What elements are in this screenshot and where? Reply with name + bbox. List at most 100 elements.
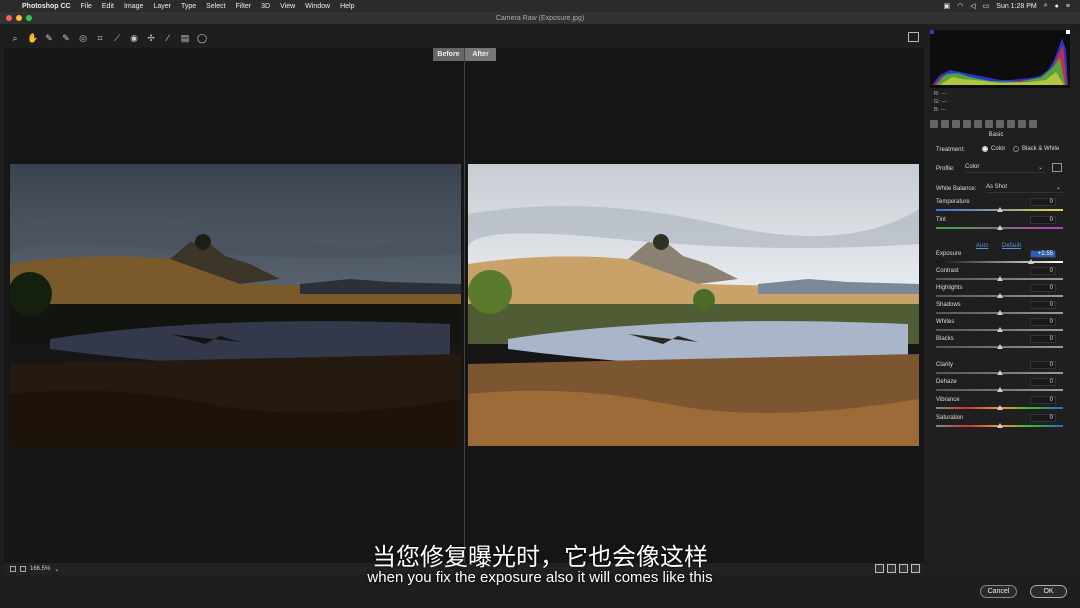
menu-image[interactable]: Image [124,3,143,10]
menu-list-icon[interactable]: ≡ [1066,3,1070,10]
ok-button[interactable]: OK [1030,585,1067,598]
dehaze-value-field[interactable]: 0 [1030,378,1056,386]
before-label[interactable]: Before [433,48,464,61]
window-titlebar: Camera Raw (Exposure.jpg) [0,12,1080,24]
panel-title: Basic [988,132,1004,138]
tab-split-toning-icon[interactable] [974,120,982,128]
tab-presets-icon[interactable] [1018,120,1026,128]
shadows-slider-thumb[interactable] [996,310,1003,315]
shadows-value-field[interactable]: 0 [1030,301,1056,309]
blacks-value-field[interactable]: 0 [1030,335,1056,343]
after-label[interactable]: After [465,48,496,61]
radio-unchecked-icon[interactable] [1013,146,1019,152]
radial-filter-icon[interactable]: ◯ [197,33,207,43]
spot-removal-icon[interactable]: ✢ [146,33,156,43]
rgb-readout: R: --- G: --- B: --- [934,90,947,114]
subtitle-chinese: 当您修复曝光时，它也会像这样 [372,544,708,571]
tint-label: Tint [936,217,946,223]
menu-select[interactable]: Select [206,3,225,10]
saturation-value-field[interactable]: 0 [1030,414,1056,422]
crop-tool-icon[interactable]: ⌗ [95,33,105,43]
menu-window[interactable]: Window [305,3,330,10]
menu-3d[interactable]: 3D [261,3,270,10]
clarity-value-field[interactable]: 0 [1030,361,1056,369]
profile-dropdown[interactable]: Color ⌄ [965,164,1045,173]
brush-tool-icon[interactable]: ⁄ [163,33,173,43]
exposure-slider-thumb[interactable] [1028,259,1035,264]
saturation-slider-thumb[interactable] [996,423,1003,428]
tab-lens-icon[interactable] [985,120,993,128]
menu-edit[interactable]: Edit [102,3,114,10]
exposure-value-field[interactable]: +2.55 [1030,250,1056,258]
whites-value-field[interactable]: 0 [1030,318,1056,326]
dehaze-label: Dehaze [936,379,957,385]
screen-icon[interactable]: ▣ [944,2,951,10]
color-sampler-icon[interactable]: ✎ [61,33,71,43]
clarity-label: Clarity [936,362,954,368]
whites-slider-thumb[interactable] [996,327,1003,332]
menu-filter[interactable]: Filter [236,3,252,10]
tab-hsl-icon[interactable] [963,120,971,128]
search-icon[interactable]: ⌕ [1044,2,1048,10]
menu-file[interactable]: File [81,3,92,10]
tab-calibration-icon[interactable] [1007,120,1015,128]
clock[interactable]: Sun 1:28 PM [996,3,1036,10]
temperature-slider-thumb[interactable] [996,207,1003,212]
fullscreen-icon[interactable] [908,32,919,42]
close-icon[interactable] [6,15,12,21]
clarity-slider-thumb[interactable] [996,370,1003,375]
targeted-adjust-icon[interactable]: ◎ [78,33,88,43]
white-balance-dropdown[interactable]: As Shot ⌄ [986,184,1063,193]
tint-value-field[interactable]: 0 [1030,216,1056,224]
battery-icon[interactable]: ▭ [983,2,990,10]
auto-link[interactable]: Auto [976,243,988,249]
cancel-button[interactable]: Cancel [980,585,1017,598]
tab-tone-curve-icon[interactable] [941,120,949,128]
menu-help[interactable]: Help [340,3,354,10]
tool-bar: ⌕ ✋ ✎ ✎ ◎ ⌗ ⟋ ◉ ✢ ⁄ ▤ ◯ [4,28,924,48]
volume-icon[interactable]: ◁ [970,2,975,10]
treatment-bw-option[interactable]: Black & White [1013,146,1059,152]
app-menu[interactable]: Photoshop CC [22,3,71,10]
tab-detail-icon[interactable] [952,120,960,128]
red-value: R: --- [934,91,947,97]
zoom-icon[interactable] [26,15,32,21]
treatment-color-option[interactable]: Color [982,146,1005,152]
highlights-slider-thumb[interactable] [996,293,1003,298]
tab-effects-icon[interactable] [996,120,1004,128]
highlights-value-field[interactable]: 0 [1030,284,1056,292]
zoom-tool-icon[interactable]: ⌕ [10,33,20,43]
menu-layer[interactable]: Layer [153,3,171,10]
user-icon[interactable]: ● [1055,3,1059,10]
profile-browser-icon[interactable] [1052,163,1062,172]
radio-checked-icon[interactable] [982,146,988,152]
before-photo [10,164,461,446]
wifi-icon[interactable]: ◠ [957,2,963,10]
adjustment-panel: R: --- G: --- B: --- Basic Treatment: Co… [926,28,1076,576]
whites-label: Whites [936,319,955,325]
tab-basic-icon[interactable] [930,120,938,128]
graduated-filter-icon[interactable]: ▤ [180,33,190,43]
minimize-icon[interactable] [16,15,22,21]
treatment-color-label: Color [991,146,1006,152]
tint-slider-thumb[interactable] [996,225,1003,230]
straighten-tool-icon[interactable]: ⟋ [112,33,122,43]
red-eye-icon[interactable]: ◉ [129,33,139,43]
shadows-label: Shadows [936,302,961,308]
blacks-slider-thumb[interactable] [996,344,1003,349]
contrast-slider-thumb[interactable] [996,276,1003,281]
hand-tool-icon[interactable]: ✋ [27,33,38,43]
contrast-value-field[interactable]: 0 [1030,267,1056,275]
menu-view[interactable]: View [280,3,295,10]
exposure-slider-track[interactable] [936,261,1063,263]
white-balance-tool-icon[interactable]: ✎ [44,33,54,43]
menu-type[interactable]: Type [181,3,196,10]
default-link[interactable]: Default [1002,243,1021,249]
vibrance-value-field[interactable]: 0 [1030,396,1056,404]
temperature-value-field[interactable]: 0 [1030,198,1056,206]
dehaze-slider-thumb[interactable] [996,387,1003,392]
highlights-label: Highlights [936,285,963,291]
white-balance-value: As Shot [986,184,1008,190]
vibrance-slider-thumb[interactable] [996,405,1003,410]
tab-snapshots-icon[interactable] [1029,120,1037,128]
